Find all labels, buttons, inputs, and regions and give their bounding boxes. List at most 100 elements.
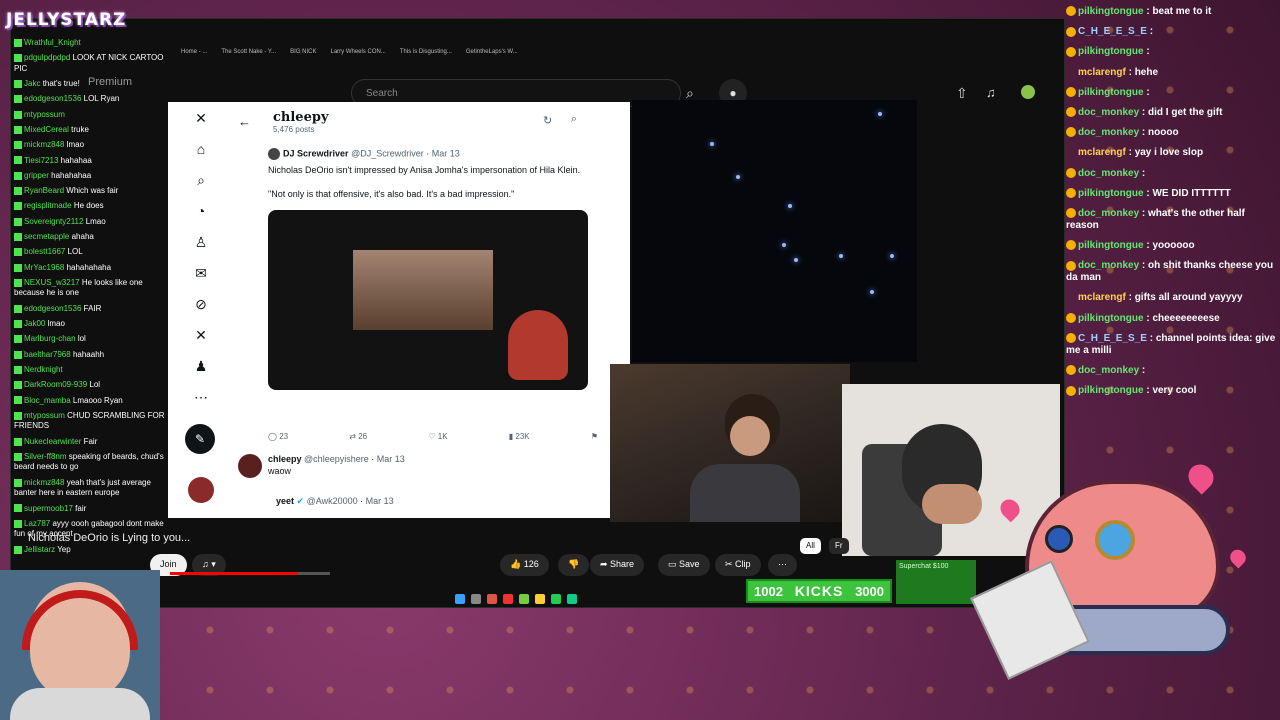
profile-search-icon[interactable]: ⌕ (571, 113, 577, 126)
tweet-date[interactable]: Mar 13 (432, 148, 460, 158)
chat-username[interactable]: C_H_E_E_S_E (1078, 26, 1147, 37)
chat-username[interactable]: mclarengf (1078, 292, 1126, 303)
xbox-icon[interactable] (567, 594, 577, 604)
chat-username[interactable]: mtypossum (24, 110, 65, 119)
like-button[interactable]: ♡ 1K (428, 432, 447, 441)
chat-username[interactable]: doc_monkey (1078, 168, 1139, 179)
chat-username[interactable]: NEXUS_w3217 (24, 278, 80, 287)
chat-username[interactable]: supermoob17 (24, 504, 73, 513)
bell-icon[interactable]: ♫ (986, 85, 996, 100)
premium-x-icon[interactable]: ✕ (186, 327, 216, 358)
profile-icon[interactable]: ♟ (186, 358, 216, 389)
chat-username[interactable]: Jakc (24, 79, 40, 88)
chat-username[interactable]: pilkingtongue (1078, 87, 1144, 98)
chat-username[interactable]: mclarengf (1078, 67, 1126, 78)
chat-username[interactable]: RyanBeard (24, 186, 64, 195)
save-button[interactable]: ▭ Save (658, 554, 710, 576)
views-button[interactable]: ▮ 23K (509, 432, 530, 441)
browser-tab[interactable]: Home - ... (181, 49, 207, 63)
chat-username[interactable]: Bloc_mamba (24, 396, 71, 405)
chip-all[interactable]: All (800, 538, 821, 554)
chat-username[interactable]: gripper (24, 171, 49, 180)
chip-filter[interactable]: Fr (829, 538, 849, 554)
chat-username[interactable]: Jellistarz (24, 545, 55, 554)
explore-icon[interactable]: ⌕ (186, 172, 216, 203)
tweet-handle[interactable]: @Awk20000 (307, 496, 358, 506)
chat-username[interactable]: Nukeclearwinter (24, 437, 81, 446)
browser-tab[interactable]: GetintheLaps's W... (466, 49, 518, 63)
author-avatar[interactable] (268, 148, 280, 160)
tweet-handle[interactable]: @DJ_Screwdriver (351, 148, 424, 158)
chat-username[interactable]: Wrathful_Knight (24, 38, 81, 47)
chat-username[interactable]: doc_monkey (1078, 365, 1139, 376)
chat-username[interactable]: pilkingtongue (1078, 385, 1144, 396)
chat-username[interactable]: Silver-ff8nm (24, 452, 67, 461)
back-arrow-icon[interactable]: ← (238, 114, 251, 129)
chat-username[interactable]: Sovereignty2112 (24, 217, 83, 226)
notifications-icon[interactable]: ◔ (186, 203, 216, 234)
chat-username[interactable]: doc_monkey (1078, 260, 1139, 271)
app-icon[interactable] (519, 594, 529, 604)
account-avatar[interactable] (188, 477, 214, 503)
tweet-date[interactable]: Mar 13 (377, 454, 405, 464)
more-icon[interactable]: ⋯ (186, 389, 216, 420)
chat-username[interactable]: Nerdknight (24, 365, 63, 374)
chat-username[interactable]: doc_monkey (1078, 127, 1139, 138)
chat-username[interactable]: pilkingtongue (1078, 46, 1144, 57)
tweet-author[interactable]: DJ Screwdriver (283, 148, 349, 158)
chat-username[interactable]: edodgeson1536 (24, 304, 81, 313)
chat-username[interactable]: mickmz848 (24, 478, 64, 487)
chat-username[interactable]: mickmz848 (24, 140, 64, 149)
chat-username[interactable]: secmetapple (24, 232, 69, 241)
chat-username[interactable]: regisplitmade (24, 201, 72, 210)
author-avatar[interactable] (238, 454, 262, 478)
grok-icon[interactable]: ⊘ (186, 296, 216, 327)
chat-username[interactable]: MrYac1968 (24, 263, 64, 272)
browser-tab[interactable]: BIG NICK (290, 49, 316, 63)
chat-username[interactable]: mclarengf (1078, 147, 1126, 158)
upload-icon[interactable]: ⇧ (956, 85, 968, 102)
chat-username[interactable]: pilkingtongue (1078, 240, 1144, 251)
chat-username[interactable]: pilkingtongue (1078, 188, 1144, 199)
refresh-icon[interactable]: ↻ (543, 114, 552, 127)
browser-tab[interactable]: The Scott Nake - Y... (221, 49, 276, 63)
follow-icon[interactable]: ♙ (186, 234, 216, 265)
like-video-button[interactable]: 👍 126 (500, 554, 549, 576)
taskbar-search-icon[interactable] (471, 594, 481, 604)
chat-username[interactable]: C_H_E_E_S_E (1078, 333, 1147, 344)
retweet-button[interactable]: ⇄ 26 (349, 432, 367, 441)
chat-username[interactable]: pdgulpdpdpd (24, 53, 70, 62)
chat-username[interactable]: DarkRoom09-939 (24, 380, 87, 389)
tweet-media[interactable] (268, 210, 588, 390)
chat-username[interactable]: baelthar7968 (24, 350, 71, 359)
reply-button[interactable]: ◯ 23 (268, 432, 288, 441)
tweet[interactable]: DJ Screwdriver @DJ_Screwdriver · Mar 13 … (268, 148, 598, 390)
chat-username[interactable]: mtypossum (24, 411, 65, 420)
browser-tab[interactable]: Larry Wheels CON... (331, 49, 386, 63)
start-icon[interactable] (455, 594, 465, 604)
share-button[interactable]: ➦ Share (590, 554, 645, 576)
browser-icon[interactable] (487, 594, 497, 604)
chat-username[interactable]: Laz787 (24, 519, 50, 528)
more-actions-button[interactable]: ⋯ (768, 554, 797, 576)
chat-username[interactable]: Tiesi7213 (24, 156, 58, 165)
bookmark-icon[interactable]: ⚑ (591, 432, 598, 441)
tweet-date[interactable]: Mar 13 (366, 496, 394, 506)
clip-button[interactable]: ✂ Clip (715, 554, 761, 576)
tweet-author[interactable]: chleepy (268, 454, 302, 464)
home-icon[interactable]: ⌂ (186, 141, 216, 172)
avatar[interactable] (1021, 85, 1035, 99)
video-progress-bar[interactable] (170, 572, 330, 575)
chat-username[interactable]: doc_monkey (1078, 208, 1139, 219)
tweet-header[interactable]: yeet ✔ @Awk20000 · Mar 13 (276, 496, 394, 507)
chat-username[interactable]: doc_monkey (1078, 107, 1139, 118)
chat-username[interactable]: MixedCereal (24, 125, 69, 134)
post-button[interactable]: ✎ (185, 424, 215, 454)
messages-icon[interactable]: ✉ (186, 265, 216, 296)
spotify-icon[interactable] (551, 594, 561, 604)
youtube-icon[interactable] (503, 594, 513, 604)
tweet-handle[interactable]: @chleepyishere (304, 454, 369, 464)
x-logo-icon[interactable]: ✕ (186, 110, 216, 141)
folder-icon[interactable] (535, 594, 545, 604)
chat-username[interactable]: edodgeson1536 (24, 94, 81, 103)
